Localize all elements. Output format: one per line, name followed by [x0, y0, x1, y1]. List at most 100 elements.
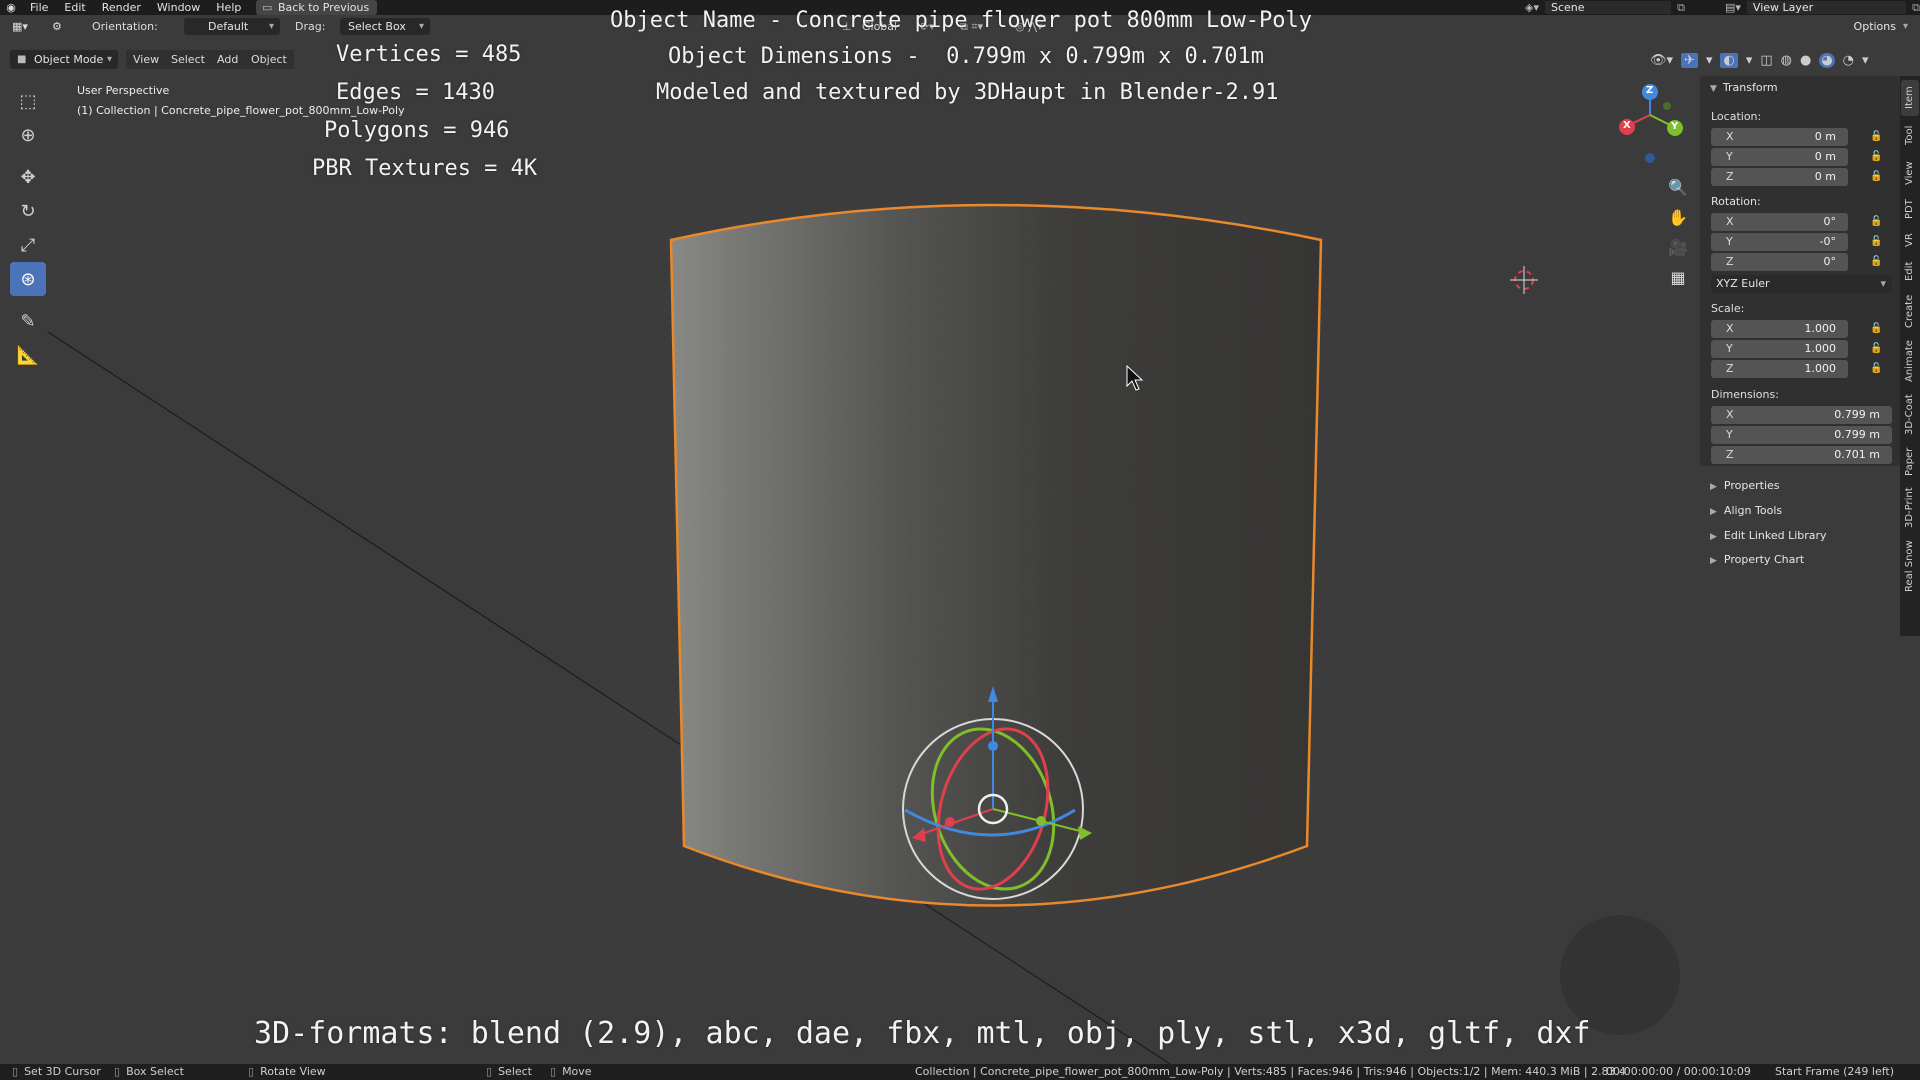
wireframe-shading-icon[interactable]: ◍	[1781, 53, 1792, 68]
field-value: 0.799 m	[1834, 428, 1880, 441]
scene-selector[interactable]: ◈▾ Scene ⧉	[1525, 0, 1685, 15]
solid-shading-icon[interactable]: ●	[1800, 53, 1811, 68]
menu-edit[interactable]: Edit	[56, 1, 93, 14]
measure-tool-icon[interactable]: 📐	[10, 338, 46, 372]
xray-icon[interactable]: ◫	[1760, 53, 1772, 68]
tab-3d-coat[interactable]: 3D-Coat	[1901, 390, 1919, 440]
location-x-field[interactable]: X 0 m	[1711, 128, 1848, 146]
rotation-y-field[interactable]: Y -0°	[1711, 233, 1848, 251]
gizmo-dropdown-icon[interactable]: ▾	[1706, 53, 1713, 68]
concrete-pot-object[interactable]	[669, 203, 1323, 907]
orientation-label: Orientation:	[92, 20, 158, 33]
view-layer-name[interactable]: View Layer	[1746, 1, 1907, 14]
tab-paper[interactable]: Paper	[1901, 444, 1919, 480]
scale-tool-icon[interactable]: ⤢	[10, 228, 46, 262]
stat-vertices: Vertices = 485	[336, 42, 522, 67]
location-z-field[interactable]: Z 0 m	[1711, 168, 1848, 186]
lock-icon[interactable]: 🔓	[1870, 131, 1882, 143]
tab-real-snow[interactable]: Real Snow	[1901, 536, 1919, 596]
lock-icon[interactable]: 🔓	[1870, 343, 1882, 355]
status-text: Box Select	[126, 1065, 184, 1078]
tab-tool[interactable]: Tool	[1901, 118, 1919, 152]
rotation-x-field[interactable]: X 0°	[1711, 213, 1848, 231]
scale-x-field[interactable]: X 1.000	[1711, 320, 1848, 338]
dimensions-y-field[interactable]: Y 0.799 m	[1711, 426, 1892, 444]
menu-object[interactable]: Object	[244, 50, 294, 69]
tab-item[interactable]: Item	[1901, 80, 1919, 116]
menu-select[interactable]: Select	[164, 50, 212, 69]
mouse-right-drag-icon: ▯	[550, 1065, 557, 1078]
lock-icon[interactable]: 🔓	[1870, 171, 1882, 183]
rotation-z-field[interactable]: Z 0°	[1711, 253, 1848, 271]
rotation-mode-dropdown[interactable]: XYZ Euler	[1711, 275, 1892, 293]
pan-hand-icon[interactable]: ✋	[1664, 202, 1692, 232]
view-layer-new-icon[interactable]: ⧉	[1912, 1, 1920, 15]
tool-settings-icon[interactable]: ⚙	[52, 19, 62, 35]
drag-dropdown[interactable]: Select Box	[340, 18, 430, 35]
editor-type-icon[interactable]: ▦▾	[12, 19, 28, 35]
shading-dropdown-icon[interactable]: ▾	[1862, 53, 1869, 68]
ortho-grid-icon[interactable]: ▦	[1664, 262, 1692, 292]
rendered-shading-icon[interactable]: ◔	[1843, 53, 1854, 68]
location-y-field[interactable]: Y 0 m	[1711, 148, 1848, 166]
tab-vr[interactable]: VR	[1901, 228, 1919, 252]
menu-window[interactable]: Window	[149, 1, 208, 14]
tab-animate[interactable]: Animate	[1901, 336, 1919, 386]
transform-tool-icon[interactable]: ⊛	[10, 262, 46, 296]
menu-render[interactable]: Render	[94, 1, 149, 14]
camera-view-icon[interactable]: 🎥	[1664, 232, 1692, 262]
zoom-icon[interactable]: 🔍	[1664, 172, 1692, 202]
field-value: 0.701 m	[1834, 448, 1880, 461]
lock-icon[interactable]: 🔓	[1870, 256, 1882, 268]
scale-y-field[interactable]: Y 1.000	[1711, 340, 1848, 358]
nav-gizmo-y-label[interactable]: Y	[1671, 121, 1678, 132]
menu-help[interactable]: Help	[208, 1, 249, 14]
properties-panel-header[interactable]: ▶ Properties	[1700, 476, 1900, 496]
object-mode-dropdown[interactable]: Object Mode	[10, 50, 118, 69]
lock-icon[interactable]: 🔓	[1870, 236, 1882, 248]
scene-name[interactable]: Scene	[1544, 1, 1672, 14]
tab-edit[interactable]: Edit	[1901, 256, 1919, 286]
overlay-toggle-icon[interactable]: ◐	[1720, 52, 1738, 68]
gizmo-toggle-icon[interactable]: ✈	[1681, 52, 1698, 68]
scene-new-icon[interactable]: ⧉	[1677, 1, 1685, 15]
lock-icon[interactable]: 🔓	[1870, 151, 1882, 163]
nav-gizmo-z-label[interactable]: Z	[1646, 85, 1653, 96]
select-box-tool-icon[interactable]: ⬚	[10, 84, 46, 118]
tab-pdt[interactable]: PDT	[1901, 194, 1919, 224]
visibility-icon[interactable]: 👁▾	[1650, 53, 1673, 68]
lock-icon[interactable]: 🔓	[1870, 323, 1882, 335]
transform-panel-header[interactable]: ▼ Transform	[1710, 80, 1778, 96]
overlay-dropdown-icon[interactable]: ▾	[1746, 53, 1753, 68]
tab-create[interactable]: Create	[1901, 290, 1919, 332]
move-tool-icon[interactable]: ✥	[10, 160, 46, 194]
view-layer-selector[interactable]: ▤▾ View Layer ⧉	[1725, 0, 1920, 15]
viewport-3d[interactable]	[0, 0, 1920, 1080]
mouse-left-icon: ▯	[12, 1065, 19, 1078]
lock-icon[interactable]: 🔓	[1870, 363, 1882, 375]
property-chart-panel-header[interactable]: ▶ Property Chart	[1700, 550, 1900, 570]
cursor-tool-icon[interactable]: ⊕	[10, 118, 46, 152]
options-dropdown[interactable]: Options	[1848, 18, 1912, 35]
scale-z-field[interactable]: Z 1.000	[1711, 360, 1848, 378]
lock-icon[interactable]: 🔓	[1870, 216, 1882, 228]
rotate-tool-icon[interactable]: ↻	[10, 194, 46, 228]
edit-linked-library-panel-header[interactable]: ▶ Edit Linked Library	[1700, 526, 1900, 546]
axis-label: Y	[1726, 235, 1733, 248]
field-value: 0.799 m	[1834, 408, 1880, 421]
tab-view[interactable]: View	[1901, 156, 1919, 190]
dimensions-x-field[interactable]: X 0.799 m	[1711, 406, 1892, 424]
menu-file[interactable]: File	[22, 1, 56, 14]
annotate-tool-icon[interactable]: ✎	[10, 304, 46, 338]
dimensions-z-field[interactable]: Z 0.701 m	[1711, 446, 1892, 464]
menu-view[interactable]: View	[126, 50, 167, 69]
back-to-previous-button[interactable]: ▭ Back to Previous	[256, 0, 378, 15]
view-layer-icon: ▤▾	[1725, 1, 1741, 14]
menu-add[interactable]: Add	[210, 50, 246, 69]
blender-logo-icon[interactable]: ◉	[0, 1, 22, 14]
nav-gizmo-x-label[interactable]: X	[1623, 120, 1631, 131]
orientation-dropdown[interactable]: Default	[184, 18, 280, 35]
material-shading-icon[interactable]: ◕	[1819, 52, 1835, 68]
tab-3d-print[interactable]: 3D-Print	[1901, 484, 1919, 532]
align-tools-panel-header[interactable]: ▶ Align Tools	[1700, 501, 1900, 521]
